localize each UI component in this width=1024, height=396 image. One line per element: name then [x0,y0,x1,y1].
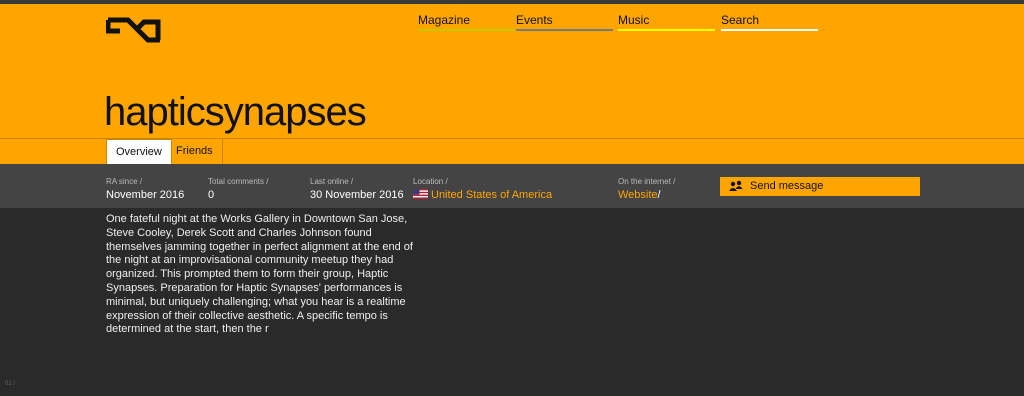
stat-last-online-label: Last online / [310,177,354,186]
stat-ra-since: RA since / November 2016 [106,177,184,202]
stat-location-value[interactable]: United States of America [413,188,552,202]
site-header: Magazine Events Music Search hapticsynap… [0,0,1024,138]
profile-bio: One fateful night at the Works Gallery i… [106,213,413,336]
nav-magazine-label: Magazine [418,13,471,27]
stat-on-internet-label: On the internet / [618,177,676,186]
stat-ra-since-label: RA since / [106,177,143,186]
user-message-icon [729,180,743,191]
nav-music-underline [618,29,715,31]
stat-location: Location / United States of America [413,177,552,202]
stat-total-comments-label: Total comments / [208,177,269,186]
nav-music[interactable]: Music [618,13,715,31]
stat-total-comments: Total comments / 0 [208,177,268,202]
nav-events-label: Events [516,13,553,27]
stat-on-internet-value: Website/ [618,188,675,202]
nav-search[interactable]: Search [721,13,818,31]
send-message-button[interactable]: Send message [720,177,920,196]
stat-location-label: Location / [413,177,448,186]
stat-on-internet: On the internet / Website/ [618,177,675,202]
stat-last-online: Last online / 30 November 2016 [310,177,404,202]
nav-magazine[interactable]: Magazine [418,13,515,31]
send-message-label: Send message [750,180,824,192]
nav-events[interactable]: Events [516,13,613,31]
stat-total-comments-value: 0 [208,189,215,201]
nav-search-underline [721,29,818,31]
nav-magazine-underline [418,29,515,31]
stat-last-online-value: 30 November 2016 [310,189,404,201]
stat-location-link[interactable]: United States of America [431,189,552,201]
page-title: hapticsynapses [104,90,367,134]
nav-events-underline [516,29,613,31]
nav-music-label: Music [618,13,650,27]
website-suffix: / [657,189,661,201]
us-flag-icon [413,189,428,199]
top-border [0,0,1024,4]
ra-logo-icon[interactable] [106,17,162,45]
stat-ra-since-value: November 2016 [106,189,185,201]
tab-overview[interactable]: Overview [106,139,172,164]
pager-indicator: 01 / [5,381,16,387]
tab-bar: Overview Friends [0,138,1024,165]
website-link[interactable]: Website [618,189,658,201]
nav-search-label: Search [721,13,760,27]
tab-friends[interactable]: Friends [167,139,223,164]
